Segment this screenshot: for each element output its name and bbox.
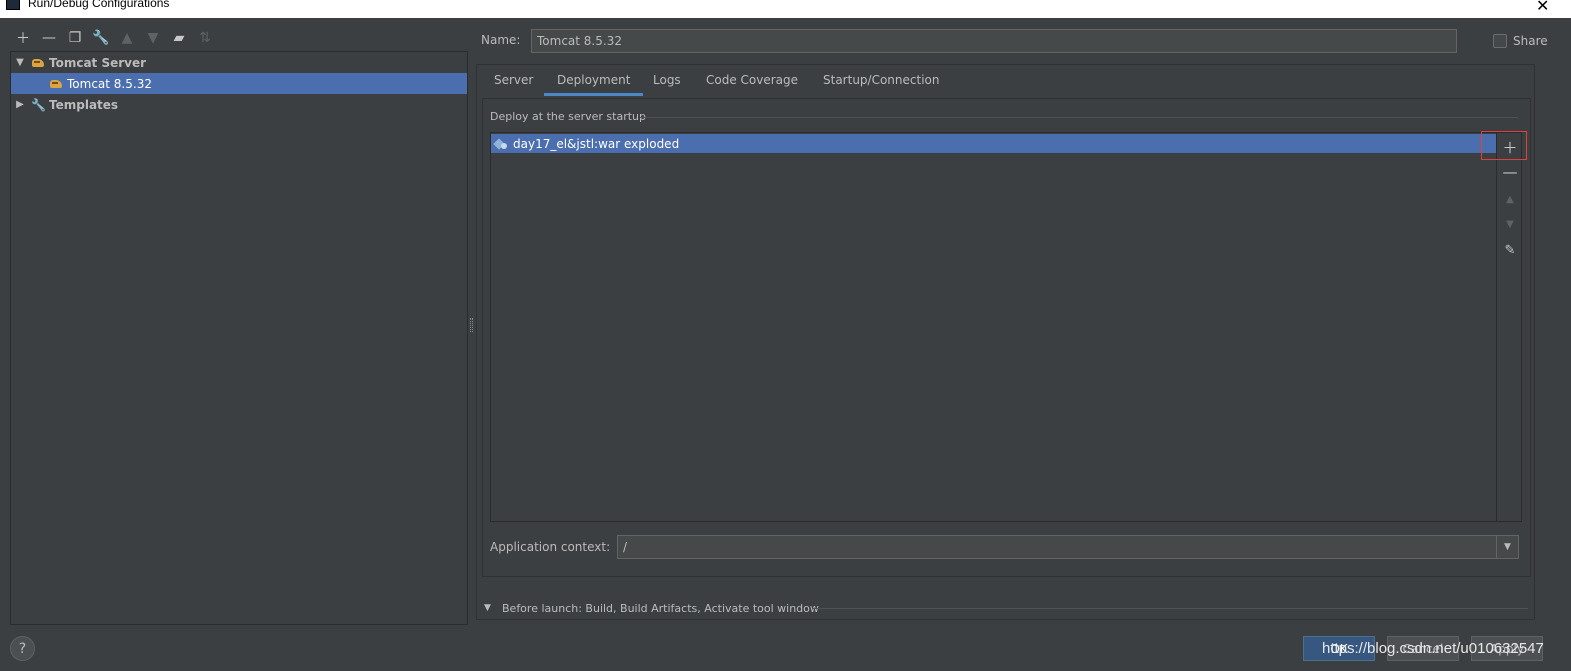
tomcat-icon <box>49 78 63 90</box>
copy-icon[interactable]: ❐ <box>62 28 88 48</box>
tab-startup-connection[interactable]: Startup/Connection <box>823 66 939 96</box>
help-button[interactable]: ? <box>10 636 35 661</box>
wrench-icon: 🔧 <box>31 97 46 112</box>
tree-item-tomcat-config[interactable]: Tomcat 8.5.32 <box>11 73 467 94</box>
config-toolbar: ＋ — ❐ 🔧 ▲ ▼ ▰ ⇅ <box>10 28 218 48</box>
list-item[interactable]: day17_el&jstl:war exploded <box>491 134 1496 153</box>
move-up-icon[interactable]: ▲ <box>114 28 140 48</box>
before-launch-label[interactable]: Before launch: Build, Build Artifacts, A… <box>502 602 819 615</box>
highlight-box <box>1481 131 1527 160</box>
tab-code-coverage[interactable]: Code Coverage <box>706 66 798 96</box>
tree-item-label: Tomcat 8.5.32 <box>67 76 152 91</box>
share-label: Share <box>1513 34 1548 48</box>
chevron-down-icon[interactable]: ▼ <box>1496 535 1519 559</box>
wrench-icon[interactable]: 🔧 <box>88 28 114 48</box>
tree-item-label: Tomcat Server <box>49 55 147 70</box>
group-title: Deploy at the server startup <box>490 110 647 123</box>
tab-deployment[interactable]: Deployment <box>544 66 644 96</box>
sort-icon[interactable]: ⇅ <box>192 28 218 48</box>
tree-item-templates[interactable]: ▶ 🔧 Templates <box>11 94 467 115</box>
deployment-list[interactable] <box>490 132 1522 522</box>
divider <box>640 117 1518 118</box>
tree-item-tomcat-server[interactable]: ▼ Tomcat Server <box>11 52 467 73</box>
edit-icon[interactable]: ✎ <box>1500 240 1520 260</box>
collapse-arrow-icon[interactable]: ▶ <box>13 99 27 110</box>
move-down-icon[interactable]: ▼ <box>1500 214 1520 234</box>
expand-arrow-icon[interactable]: ▼ <box>484 603 491 613</box>
move-up-icon[interactable]: ▲ <box>1500 189 1520 209</box>
tomcat-icon <box>31 57 45 69</box>
divider <box>812 608 1528 609</box>
remove-icon[interactable]: — <box>36 28 62 48</box>
scrollbar[interactable] <box>1534 64 1545 620</box>
close-icon[interactable]: ✕ <box>1536 0 1549 15</box>
tab-server[interactable]: Server <box>494 66 533 96</box>
artifact-icon <box>494 137 508 151</box>
folder-icon[interactable]: ▰ <box>166 28 192 48</box>
watermark: https://blog.csdn.net/u010632547 <box>1322 640 1544 657</box>
name-label: Name: <box>481 33 521 47</box>
remove-icon[interactable]: — <box>1500 162 1520 182</box>
app-context-label: Application context: <box>490 540 611 554</box>
move-down-icon[interactable]: ▼ <box>140 28 166 48</box>
panel-splitter[interactable] <box>470 318 473 332</box>
expand-arrow-icon[interactable]: ▼ <box>13 57 27 68</box>
tree-item-label: Templates <box>49 97 119 112</box>
title-bar: Run/Debug Configurations ✕ <box>0 0 1571 18</box>
config-tree: ▼ Tomcat Server Tomcat 8.5.32 ▶ 🔧 Templa… <box>10 51 468 625</box>
tab-logs[interactable]: Logs <box>653 66 681 96</box>
artifact-label: day17_el&jstl:war exploded <box>513 136 680 151</box>
app-context-input[interactable] <box>617 535 1497 559</box>
add-icon[interactable]: ＋ <box>10 28 36 48</box>
share-checkbox[interactable] <box>1493 34 1507 48</box>
name-input[interactable] <box>531 29 1457 53</box>
window-title: Run/Debug Configurations <box>28 0 170 10</box>
app-icon <box>6 0 20 10</box>
